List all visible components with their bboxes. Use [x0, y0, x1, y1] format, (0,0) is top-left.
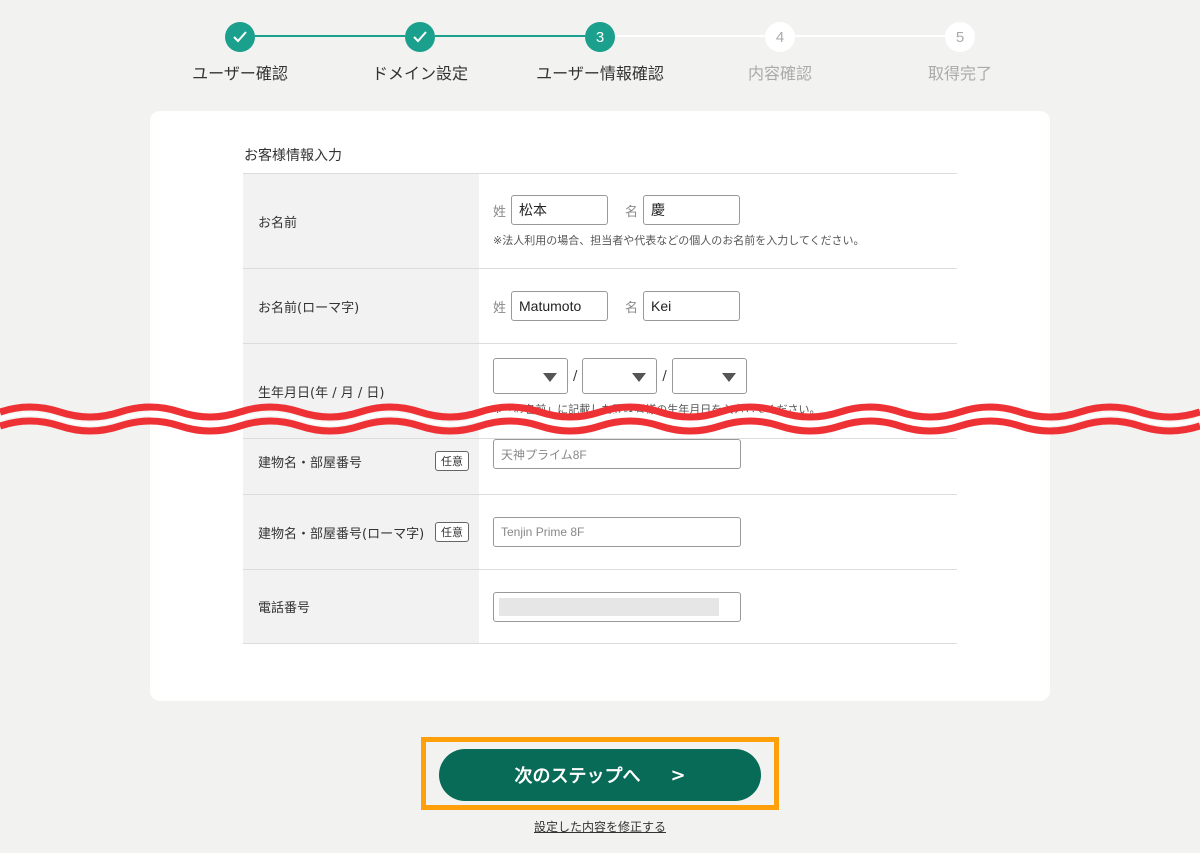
name-note: ※法人利用の場合、担当者や代表などの個人のお名前を入力してください。 [493, 234, 865, 247]
step-3-label: ユーザー情報確認 [536, 64, 664, 83]
step-1-label: ユーザー確認 [192, 64, 288, 83]
step-connector [615, 35, 765, 37]
name-roman-field-group: 姓 Matumoto 名 Kei [479, 269, 957, 343]
name-roman-row: お名前(ローマ字) 姓 Matumoto 名 Kei [243, 269, 957, 344]
chevron-down-icon [632, 373, 647, 382]
building-roman-field-group: Tenjin Prime 8F [479, 495, 957, 569]
birth-year-select[interactable] [493, 358, 568, 394]
phone-field-group [479, 570, 957, 643]
step-1-check-icon [225, 22, 255, 52]
first-name-roman-prefix: 名 [625, 300, 639, 316]
step-5-label: 取得完了 [927, 64, 992, 83]
progress-stepper: 3 4 5 ユーザー確認 ドメイン設定 ユーザー情報確認 内容確認 取得完了 [0, 0, 1200, 100]
next-step-button[interactable]: 次のステップへ > [439, 749, 761, 801]
last-name-roman-input[interactable]: Matumoto [511, 291, 609, 321]
step-3-number: 3 [585, 22, 615, 52]
birth-day-select[interactable] [671, 358, 747, 394]
name-roman-label: お名前(ローマ字) [243, 269, 479, 343]
next-step-label: 次のステップへ [514, 766, 641, 787]
first-name-input[interactable]: 慶 [643, 195, 741, 225]
step-connector [255, 35, 405, 37]
name-row: お名前 姓 松本 名 慶 ※法人利用の場合、担当者や代表などの個人のお名前を入力… [243, 174, 957, 269]
last-name-input[interactable]: 松本 [511, 195, 609, 225]
phone-row: 電話番号 [243, 570, 957, 644]
first-name-prefix: 名 [625, 204, 639, 220]
step-2-label: ドメイン設定 [371, 64, 468, 83]
phone-input[interactable] [493, 592, 741, 622]
step-5-number: 5 [945, 22, 975, 52]
optional-badge: 任意 [435, 451, 469, 471]
name-field-group: 姓 松本 名 慶 ※法人利用の場合、担当者や代表などの個人のお名前を入力してくだ… [479, 174, 957, 268]
edit-settings-link[interactable]: 設定した内容を修正する [0, 818, 1200, 835]
date-separator: / [662, 368, 667, 384]
last-name-prefix: 姓 [493, 204, 507, 220]
building-roman-input[interactable]: Tenjin Prime 8F [493, 517, 741, 547]
last-name-roman-prefix: 姓 [493, 300, 507, 316]
step-connector [435, 35, 585, 37]
step-connector [795, 35, 945, 37]
chevron-down-icon [721, 373, 736, 382]
chevron-down-icon [543, 373, 557, 382]
name-label: お名前 [243, 174, 479, 268]
content-break-wave [0, 403, 1200, 435]
step-4-label: 内容確認 [747, 64, 812, 83]
step-2-check-icon [405, 22, 435, 52]
section-title: お客様情報入力 [244, 148, 342, 164]
first-name-roman-input[interactable]: Kei [643, 291, 741, 321]
step-4-number: 4 [765, 22, 795, 52]
optional-badge: 任意 [435, 522, 469, 542]
chevron-right-icon: > [670, 764, 686, 786]
redacted-value [499, 598, 719, 616]
phone-label: 電話番号 [243, 570, 479, 643]
date-separator: / [573, 368, 578, 384]
building-roman-label: 建物名・部屋番号(ローマ字) 任意 [243, 495, 479, 569]
birth-month-select[interactable] [582, 358, 658, 394]
building-roman-row: 建物名・部屋番号(ローマ字) 任意 Tenjin Prime 8F [243, 495, 957, 570]
